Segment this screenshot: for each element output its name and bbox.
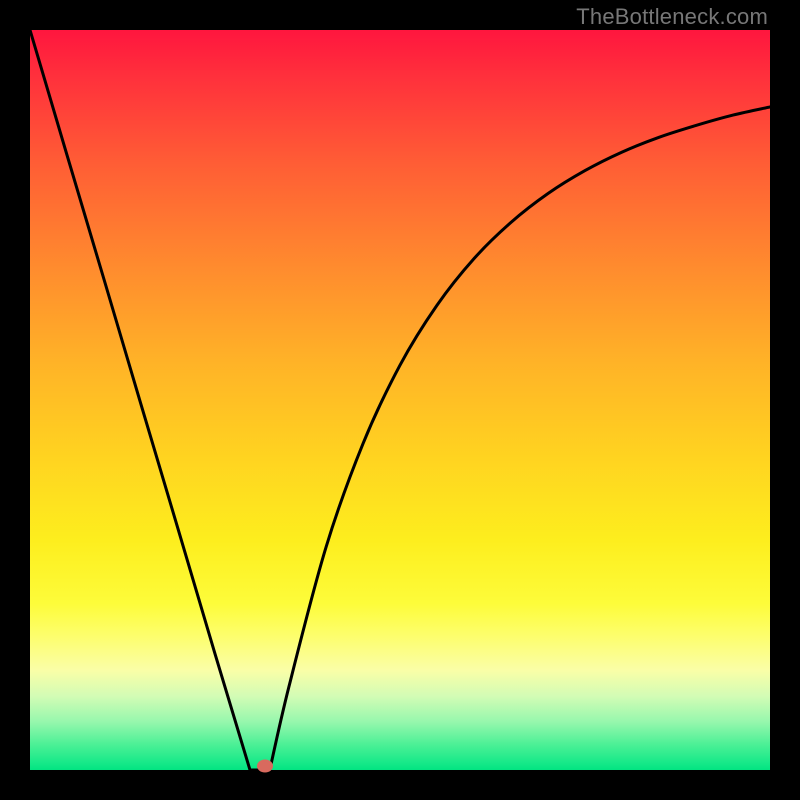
curve-path	[30, 30, 770, 770]
chart-plot-area	[30, 30, 770, 770]
bottleneck-curve	[30, 30, 770, 770]
optimal-point-marker	[257, 760, 273, 773]
attribution-text: TheBottleneck.com	[576, 4, 768, 30]
